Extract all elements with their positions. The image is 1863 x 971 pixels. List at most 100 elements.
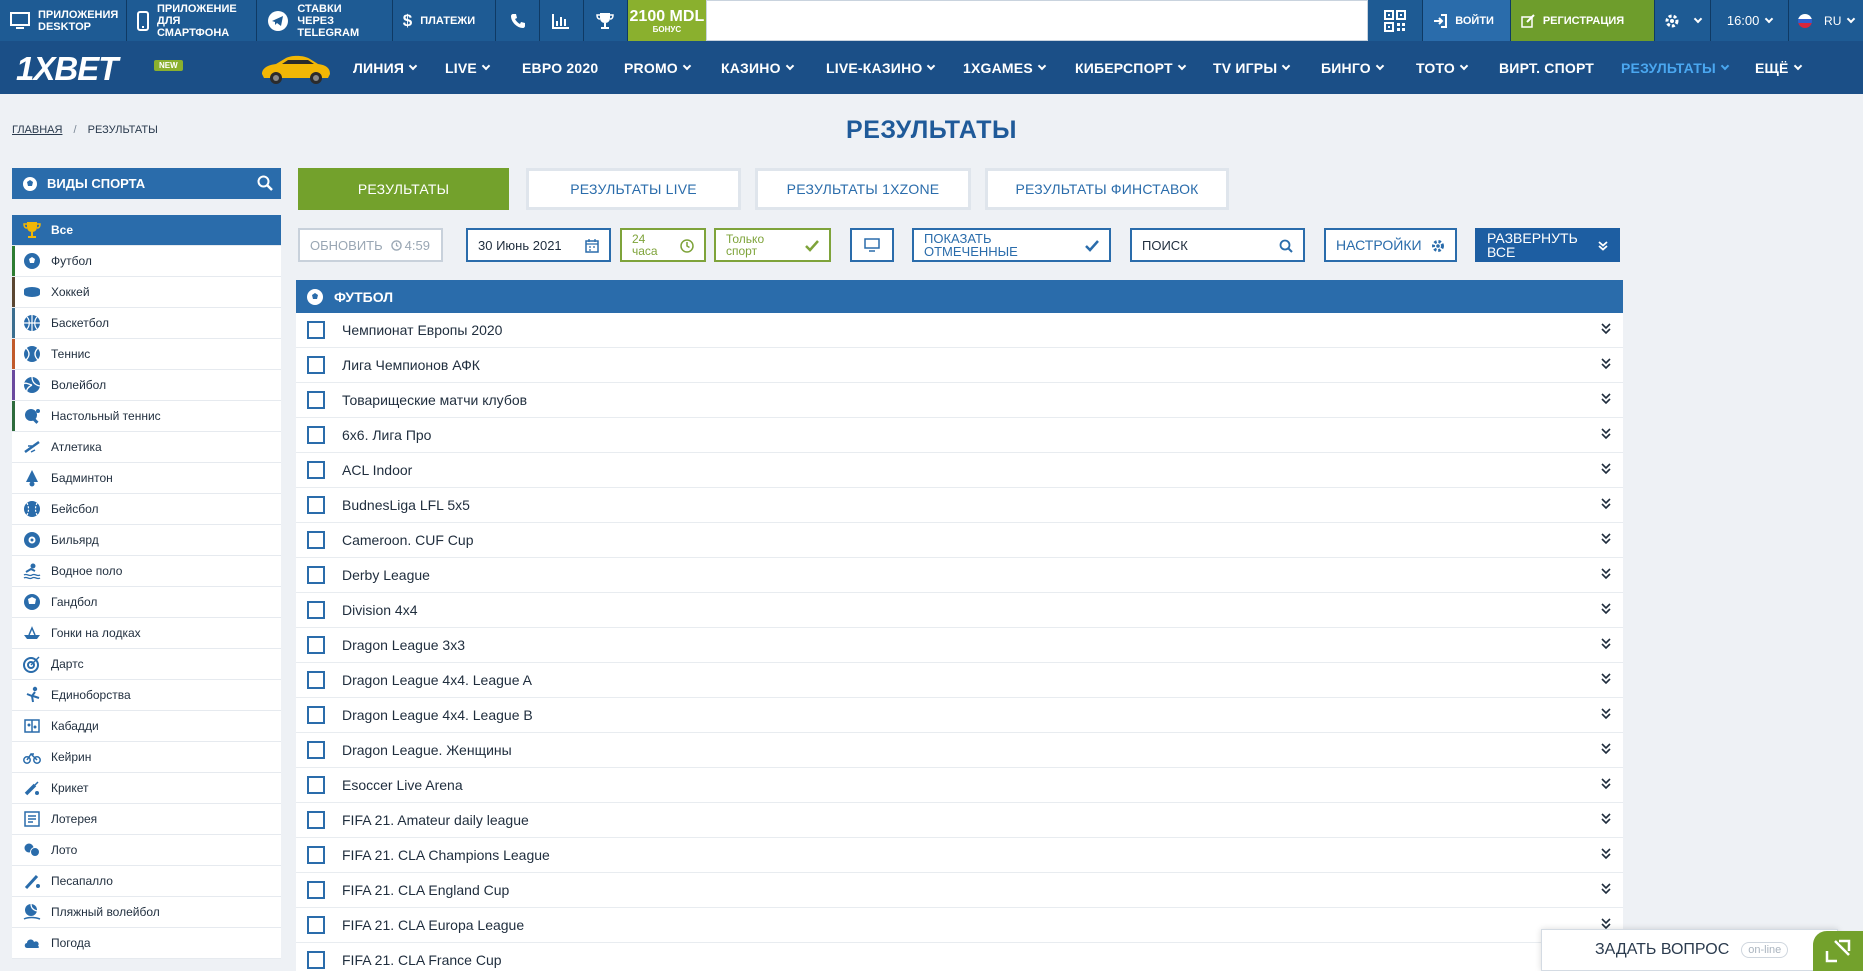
nav-1xgames[interactable]: 1XGAMES <box>963 41 1047 94</box>
league-row[interactable]: Esoccer Live Arena <box>296 768 1623 803</box>
nav-esports[interactable]: КИБЕРСПОРТ <box>1075 41 1187 94</box>
double-chevron-down-icon[interactable] <box>1601 743 1611 755</box>
league-checkbox[interactable] <box>307 706 325 724</box>
nav-live[interactable]: LIVE <box>445 41 491 94</box>
league-row[interactable]: FIFA 21. CLA England Cup <box>296 873 1623 908</box>
settings-button[interactable]: НАСТРОЙКИ <box>1324 228 1457 262</box>
tv-view-button[interactable] <box>850 228 894 262</box>
double-chevron-down-icon[interactable] <box>1601 848 1611 860</box>
nav-results[interactable]: РЕЗУЛЬТАТЫ <box>1621 41 1730 94</box>
double-chevron-down-icon[interactable] <box>1601 393 1611 405</box>
double-chevron-down-icon[interactable] <box>1601 708 1611 720</box>
qr-code-button[interactable] <box>1367 0 1424 41</box>
double-chevron-down-icon[interactable] <box>1601 603 1611 615</box>
sport-item-table-tennis[interactable]: Настольный теннис <box>12 401 281 432</box>
league-checkbox[interactable] <box>307 951 325 969</box>
tab-results[interactable]: РЕЗУЛЬТАТЫ <box>298 168 509 210</box>
league-checkbox[interactable] <box>307 391 325 409</box>
league-row[interactable]: Dragon League 4x4. League A <box>296 663 1623 698</box>
payments-button[interactable]: $ ПЛАТЕЖИ <box>392 0 497 41</box>
date-picker[interactable]: 30 Июнь 2021 <box>466 228 611 262</box>
league-row[interactable]: Dragon League 4x4. League B <box>296 698 1623 733</box>
nav-tv-games[interactable]: TV ИГРЫ <box>1213 41 1291 94</box>
sport-item-badminton[interactable]: Бадминтон <box>12 463 281 494</box>
refresh-button[interactable]: ОБНОВИТЬ 4:59 <box>298 228 443 262</box>
double-chevron-down-icon[interactable] <box>1601 463 1611 475</box>
double-chevron-down-icon[interactable] <box>1601 323 1611 335</box>
show-cancelled-toggle[interactable]: ПОКАЗАТЬ ОТМЕЧЕННЫЕ <box>912 228 1111 262</box>
double-chevron-down-icon[interactable] <box>1601 778 1611 790</box>
league-checkbox[interactable] <box>307 356 325 374</box>
sport-item-tennis[interactable]: Теннис <box>12 339 281 370</box>
sport-item-beach-volleyball[interactable]: Пляжный волейбол <box>12 897 281 928</box>
nav-more[interactable]: ЕЩЁ <box>1755 41 1802 94</box>
double-chevron-down-icon[interactable] <box>1601 813 1611 825</box>
sport-item-baseball[interactable]: Бейсбол <box>12 494 281 525</box>
league-row[interactable]: FIFA 21. CLA Champions League <box>296 838 1623 873</box>
league-row[interactable]: Cameroon. CUF Cup <box>296 523 1623 558</box>
double-chevron-down-icon[interactable] <box>1601 638 1611 650</box>
league-row[interactable]: BudnesLiga LFL 5x5 <box>296 488 1623 523</box>
logo[interactable]: 1XBET NEW <box>16 50 183 87</box>
sport-section-header[interactable]: ФУТБОЛ <box>296 280 1623 313</box>
league-row[interactable]: Лига Чемпионов АФК <box>296 348 1623 383</box>
sport-item-weather[interactable]: Погода <box>12 928 281 959</box>
league-checkbox[interactable] <box>307 811 325 829</box>
league-row[interactable]: FIFA 21. CLA Europa League <box>296 908 1623 943</box>
double-chevron-down-icon[interactable] <box>1601 673 1611 685</box>
league-row[interactable]: 6х6. Лига Про <box>296 418 1623 453</box>
league-checkbox[interactable] <box>307 321 325 339</box>
search-icon[interactable] <box>257 175 273 191</box>
statistics-button[interactable] <box>540 0 584 41</box>
league-checkbox[interactable] <box>307 531 325 549</box>
league-checkbox[interactable] <box>307 636 325 654</box>
league-row[interactable]: Dragon League 3x3 <box>296 628 1623 663</box>
league-checkbox[interactable] <box>307 496 325 514</box>
sport-item-hockey[interactable]: Хоккей <box>12 277 281 308</box>
league-checkbox[interactable] <box>307 741 325 759</box>
sport-item-handball[interactable]: Гандбол <box>12 587 281 618</box>
sport-item-water-polo[interactable]: Водное поло <box>12 556 281 587</box>
league-checkbox[interactable] <box>307 601 325 619</box>
register-button[interactable]: РЕГИСТРАЦИЯ <box>1510 0 1656 41</box>
sport-item-darts[interactable]: Дартс <box>12 649 281 680</box>
phone-call-button[interactable] <box>496 0 541 41</box>
league-checkbox[interactable] <box>307 881 325 899</box>
double-chevron-down-icon[interactable] <box>1601 568 1611 580</box>
nav-toto[interactable]: ТОТО <box>1416 41 1469 94</box>
league-checkbox[interactable] <box>307 846 325 864</box>
sport-item-football[interactable]: Футбол <box>12 246 281 277</box>
nav-bingo[interactable]: БИНГО <box>1321 41 1385 94</box>
tab-results-live[interactable]: РЕЗУЛЬТАТЫ LIVE <box>526 168 741 210</box>
sport-item-cricket[interactable]: Крикет <box>12 773 281 804</box>
tournaments-button[interactable] <box>583 0 628 41</box>
league-checkbox[interactable] <box>307 671 325 689</box>
league-checkbox[interactable] <box>307 776 325 794</box>
league-row[interactable]: ACL Indoor <box>296 453 1623 488</box>
sport-item-boat-racing[interactable]: Гонки на лодках <box>12 618 281 649</box>
sport-item-martial-arts[interactable]: Единоборства <box>12 680 281 711</box>
expand-all-button[interactable]: РАЗВЕРНУТЬ ВСЕ <box>1475 228 1620 262</box>
chat-expand-icon[interactable] <box>1813 931 1863 971</box>
league-checkbox[interactable] <box>307 461 325 479</box>
sport-item-keirin[interactable]: Кейрин <box>12 742 281 773</box>
nav-live-casino[interactable]: LIVE-КАЗИНО <box>826 41 936 94</box>
language-selector[interactable]: RU <box>1789 0 1863 41</box>
sport-item-billiards[interactable]: Бильярд <box>12 525 281 556</box>
league-row[interactable]: Derby League <box>296 558 1623 593</box>
league-row[interactable]: FIFA 21. Amateur daily league <box>296 803 1623 838</box>
tab-results-finbets[interactable]: РЕЗУЛЬТАТЫ ФИНСТАВОК <box>985 168 1229 210</box>
settings-menu-button[interactable] <box>1655 0 1711 41</box>
nav-promo[interactable]: PROMO <box>624 41 692 94</box>
sport-item-pesapallo[interactable]: Песапалло <box>12 866 281 897</box>
league-checkbox[interactable] <box>307 566 325 584</box>
league-row[interactable]: Division 4x4 <box>296 593 1623 628</box>
smartphone-app-button[interactable]: ПРИЛОЖЕНИЕ ДЛЯ СМАРТФОНА <box>127 0 258 41</box>
sport-item-athletics[interactable]: Атлетика <box>12 432 281 463</box>
league-row[interactable]: Dragon League. Женщины <box>296 733 1623 768</box>
desktop-apps-button[interactable]: ПРИЛОЖЕНИЯ DESKTOP <box>0 0 127 41</box>
bonus-button[interactable]: 2100 MDL БОНУС <box>627 0 707 41</box>
double-chevron-down-icon[interactable] <box>1601 533 1611 545</box>
double-chevron-down-icon[interactable] <box>1601 428 1611 440</box>
nav-virtual-sport[interactable]: ВИРТ. СПОРТ <box>1499 41 1594 94</box>
